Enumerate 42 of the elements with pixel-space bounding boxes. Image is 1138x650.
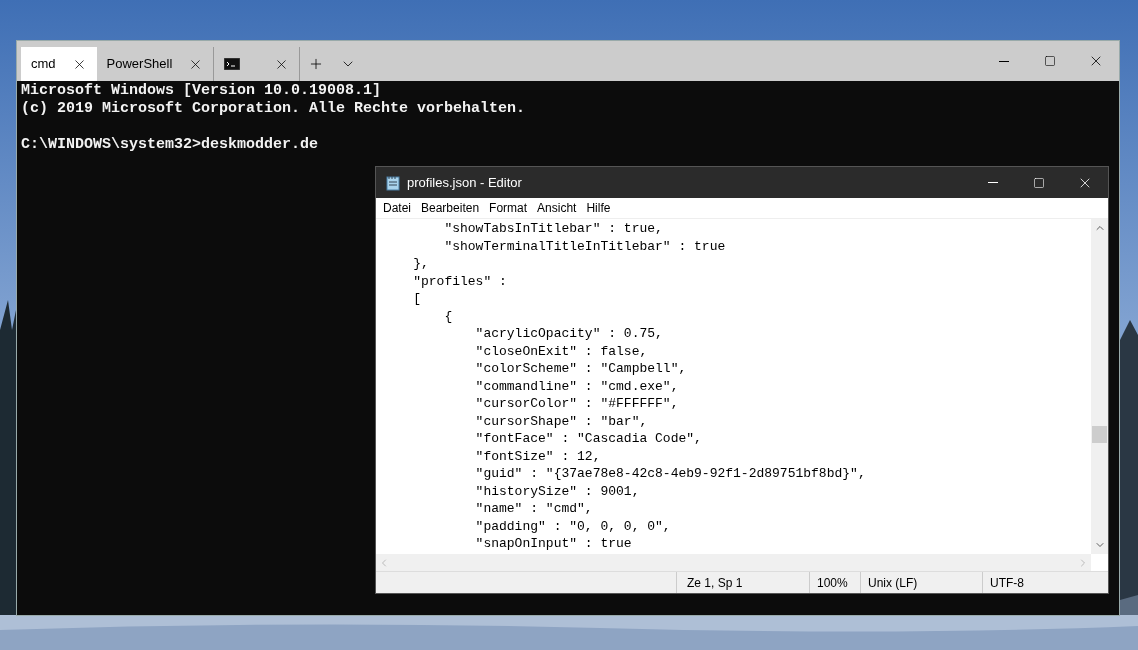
maximize-icon	[1044, 55, 1056, 67]
code-line: "padding" : "0, 0, 0, 0",	[474, 517, 671, 535]
cursor-position: Ze 1, Sp 1	[676, 572, 809, 593]
code-line: {	[443, 307, 453, 325]
menu-item[interactable]: Bearbeiten	[416, 199, 485, 217]
maximize-icon	[1033, 176, 1045, 189]
horizontal-scrollbar[interactable]	[376, 554, 1091, 571]
code-line: "cursorShape" : "bar",	[474, 412, 648, 430]
code-line: "acrylicOpacity" : 0.75,	[474, 325, 663, 343]
code-line: "cursorColor" : "#FFFFFF",	[474, 395, 679, 413]
code-line: "showTabsInTitlebar" : true,	[443, 220, 663, 238]
console-icon	[224, 58, 241, 70]
scrollbar-thumb[interactable]	[1092, 426, 1107, 443]
console-line: (c) 2019 Microsoft Corporation. Alle Rechte vorbehalten.	[21, 100, 526, 118]
code-line: "closeOnExit" : false,	[474, 342, 648, 360]
code-line: },	[412, 255, 429, 273]
encoding: UTF-8	[982, 572, 1108, 593]
console-line: Microsoft Windows [Version 10.0.19008.1]	[21, 82, 382, 100]
code-line: "commandline" : "cmd.exe",	[474, 377, 679, 395]
tab[interactable]: cmd	[21, 47, 97, 81]
code-line: "name" : "cmd",	[474, 500, 593, 518]
minimize-icon	[999, 60, 1009, 62]
code-line: "fontSize" : 12,	[474, 447, 601, 465]
code-line: "guid" : "{37ae78e8-42c8-4eb9-92f1-2d89751bf8bd}",	[474, 465, 866, 483]
code-line: "colorScheme" : "Campbell",	[474, 360, 687, 378]
code-line: "showTerminalTitleInTitlebar" : true	[443, 237, 726, 255]
line-ending: Unix (LF)	[860, 572, 982, 593]
minimize-icon	[988, 182, 998, 183]
menu-item[interactable]: Ansicht	[532, 199, 582, 217]
code-line: "profiles" :	[412, 272, 507, 290]
vertical-scrollbar[interactable]	[1091, 219, 1108, 554]
code-line: "fontFace" : "Cascadia Code",	[474, 430, 702, 448]
notepad-icon	[386, 174, 400, 191]
menu-item[interactable]: Hilfe	[581, 199, 616, 217]
code-line: "snapOnInput" : true	[474, 535, 632, 553]
menu-item[interactable]: Format	[484, 199, 533, 217]
code-line: [	[412, 290, 421, 308]
window-title: profiles.json - Editor	[407, 173, 522, 192]
code-line: "historySize" : 9001,	[474, 482, 640, 500]
zoom-level: 100%	[809, 572, 860, 593]
menu-item[interactable]: Datei	[378, 199, 416, 217]
console-line: C:\WINDOWS\system32>deskmodder.de	[21, 136, 319, 154]
